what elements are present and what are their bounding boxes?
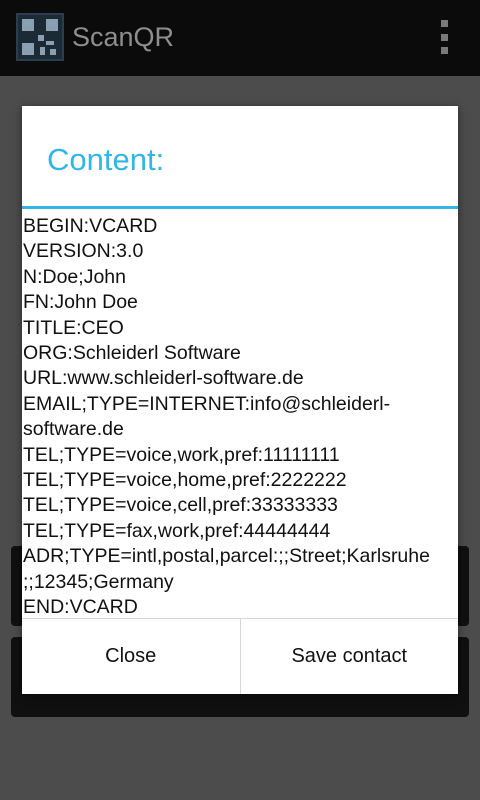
content-line: TEL;TYPE=voice,work,pref:11111111 [23, 443, 340, 466]
content-line: EMAIL;TYPE=INTERNET:info@schleiderl- [23, 392, 391, 415]
content-line: TEL;TYPE=voice,cell,pref:33333333 [23, 494, 338, 517]
content-line: VERSION:3.0 [23, 240, 144, 263]
overflow-menu-icon[interactable] [438, 20, 450, 54]
content-dialog: Content: BEGIN:VCARD VERSION:3.0 N:Doe;J… [22, 106, 458, 694]
content-line: TITLE:CEO [23, 316, 124, 339]
content-line: END:VCARD [23, 596, 138, 618]
action-bar: ScanQR [0, 0, 480, 76]
vcard-content[interactable]: BEGIN:VCARD VERSION:3.0 N:Doe;John FN:Jo… [23, 214, 457, 618]
content-line: TEL;TYPE=fax,work,pref:44444444 [23, 519, 331, 542]
app-title: ScanQR [72, 22, 175, 52]
close-button[interactable]: Close [22, 619, 241, 694]
content-line: software.de [23, 418, 124, 441]
qr-code-icon[interactable] [16, 13, 64, 61]
content-line: ADR;TYPE=intl,postal,parcel:;;Street;Kar… [23, 545, 430, 568]
dialog-title-divider [22, 206, 458, 209]
dialog-title: Content: [47, 142, 165, 177]
content-line: ORG:Schleiderl Software [23, 342, 241, 365]
app-screen: ScanQR Content: BEGIN:VCARD VERSION:3.0 … [0, 0, 480, 800]
content-line: TEL;TYPE=voice,home,pref:2222222 [23, 469, 347, 492]
save-contact-button[interactable]: Save contact [240, 619, 458, 694]
content-line: BEGIN:VCARD [23, 215, 158, 237]
content-line: URL:www.schleiderl-software.de [23, 367, 304, 390]
content-line: ;;12345;Germany [23, 570, 174, 593]
content-line: FN:John Doe [23, 291, 138, 314]
content-line: N:Doe;John [23, 265, 126, 288]
dialog-button-bar: Close Save contact [22, 618, 458, 694]
